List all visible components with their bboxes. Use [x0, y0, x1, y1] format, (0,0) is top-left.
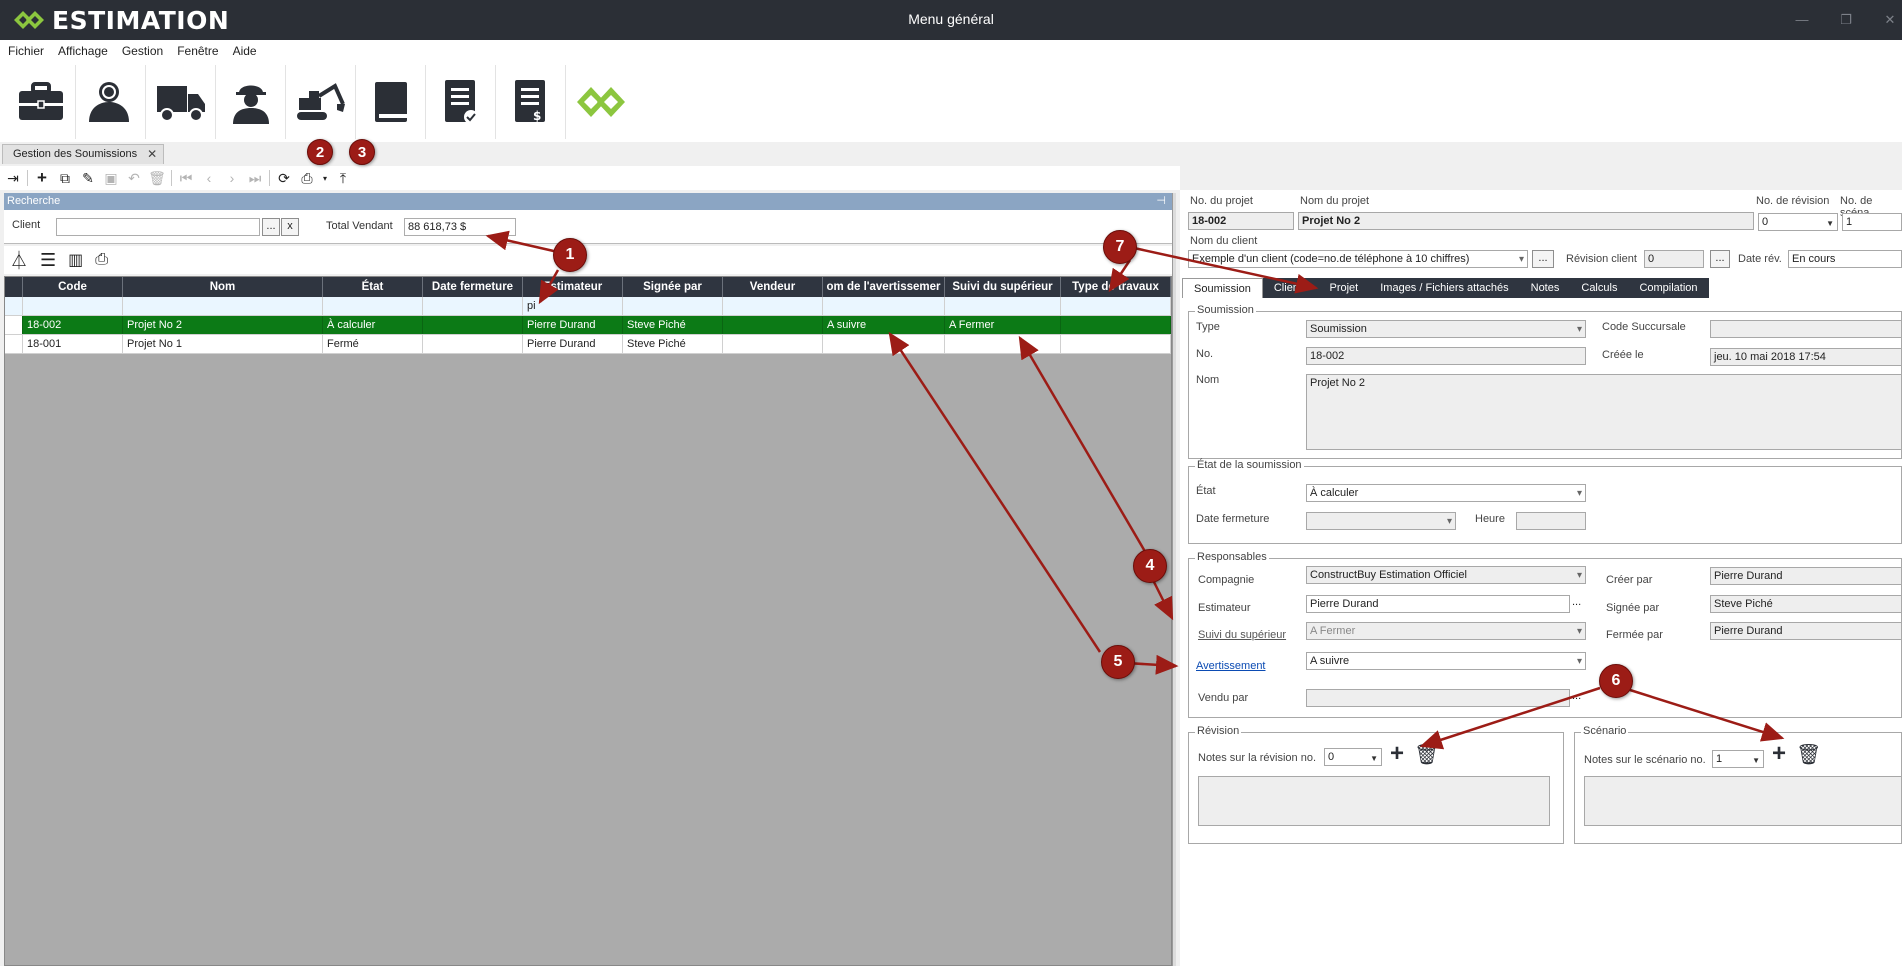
annotation-arrow-7a: [1133, 246, 1319, 294]
annotation-arrow-4b: [1018, 335, 1152, 561]
annotation-arrows: [485, 230, 1785, 750]
annotation-arrow-1a: [485, 230, 559, 254]
annotation-arrow-6b: [1629, 688, 1785, 742]
annotation-arrow-6a: [1419, 686, 1601, 750]
annotation-badge-6: 6: [1599, 664, 1633, 698]
annotation-badge-1: 1: [553, 238, 587, 272]
annotation-arrow-7b: [1108, 259, 1132, 293]
annotation-badge-7: 7: [1103, 230, 1137, 264]
annotation-arrow-5b: [888, 331, 1102, 653]
annotation-badge-3: 3: [349, 139, 375, 165]
annotation-badge-4: 4: [1133, 549, 1167, 583]
annotation-badge-5: 5: [1101, 645, 1135, 679]
annotation-badge-2: 2: [307, 139, 333, 165]
annotation-arrow-1b: [538, 269, 560, 305]
